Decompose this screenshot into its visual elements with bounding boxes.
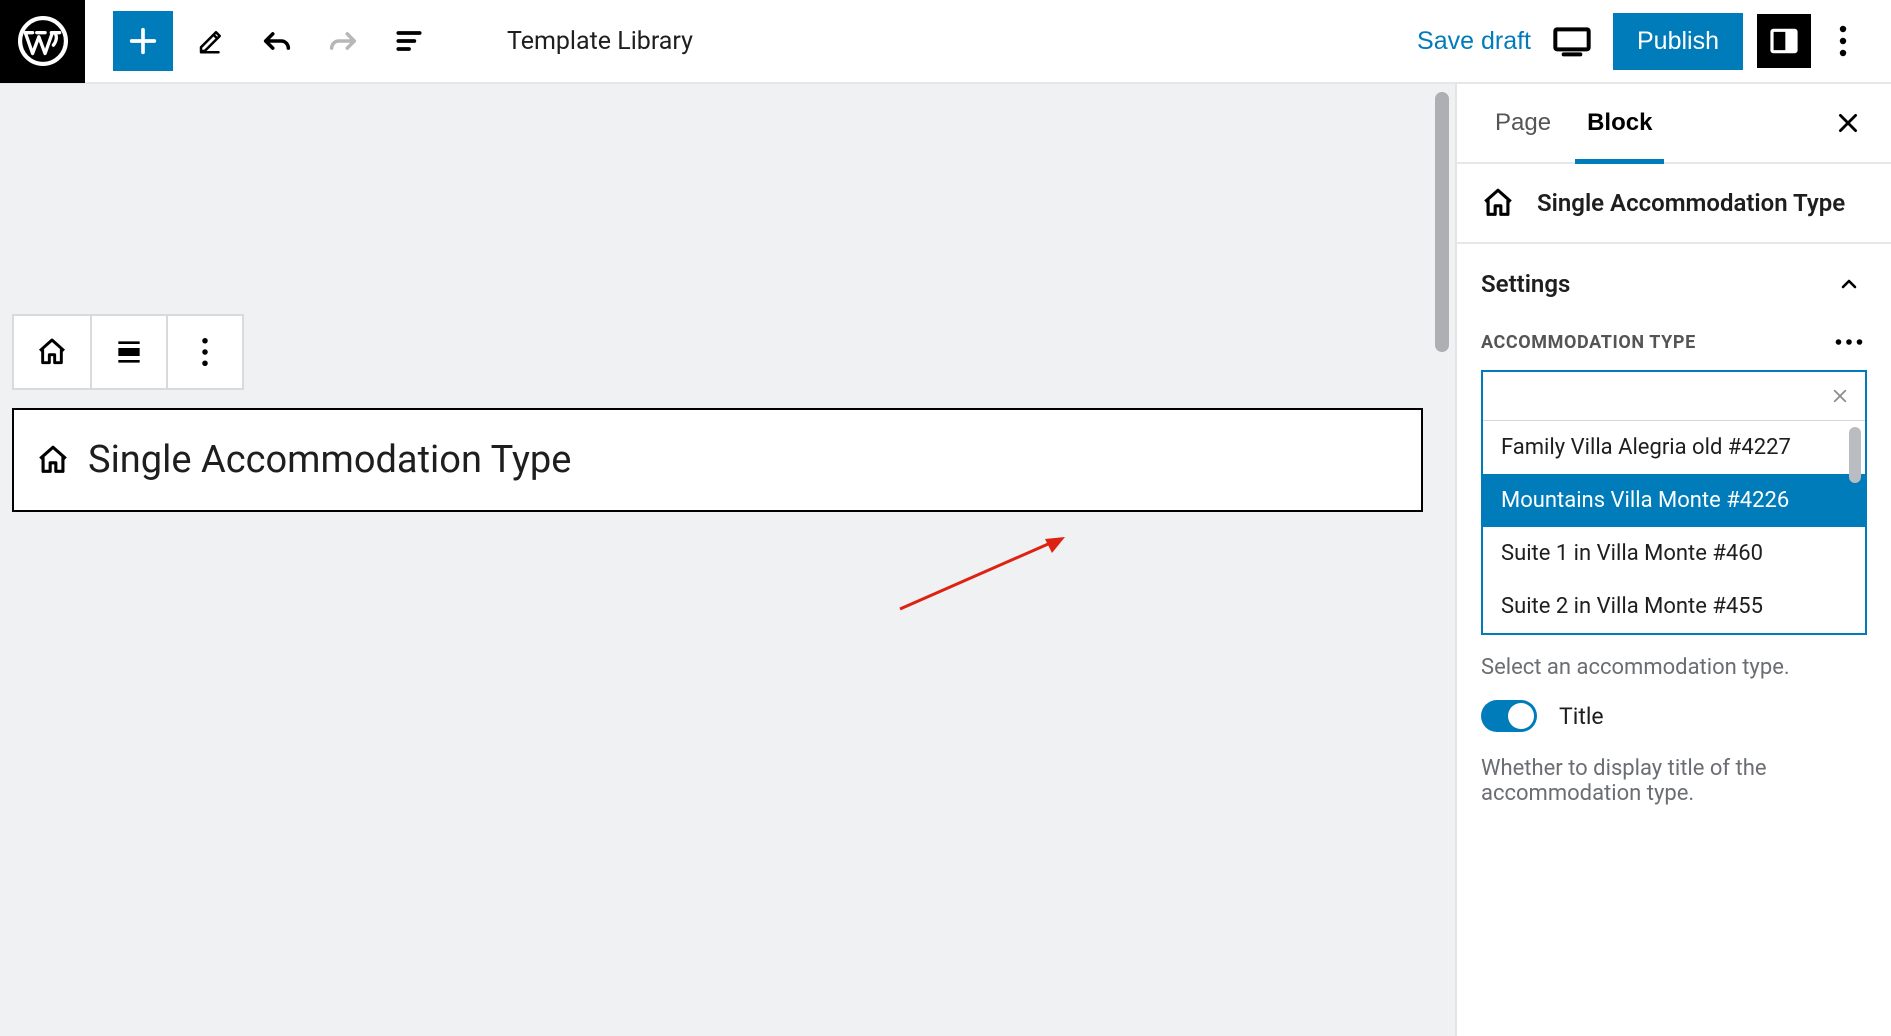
- sidebar-tabs: Page Block: [1457, 84, 1891, 164]
- workspace: Single Accommodation Type Page Block Sin…: [0, 84, 1891, 1036]
- kebab-icon: [201, 337, 209, 367]
- settings-sidebar: Page Block Single Accommodation Type Set…: [1455, 84, 1891, 1036]
- close-icon: [1835, 110, 1861, 136]
- settings-sidebar-toggle[interactable]: [1757, 14, 1811, 68]
- home-icon: [36, 336, 68, 368]
- title-toggle-help: Whether to display title of the accommod…: [1457, 736, 1891, 812]
- list-icon: [393, 25, 425, 57]
- option-list-scrollbar[interactable]: [1849, 427, 1861, 483]
- home-icon: [36, 443, 70, 477]
- plus-icon: [126, 24, 160, 58]
- more-options-button[interactable]: [1825, 14, 1861, 68]
- toolbar-left-group: [85, 11, 437, 71]
- title-toggle[interactable]: [1481, 700, 1537, 732]
- tab-block[interactable]: Block: [1569, 84, 1670, 162]
- wordpress-logo[interactable]: [0, 0, 85, 83]
- annotation-arrow-icon: [890, 529, 1070, 619]
- save-draft-button[interactable]: Save draft: [1417, 27, 1531, 56]
- template-library-title: Template Library: [507, 27, 693, 56]
- desktop-icon: [1552, 24, 1592, 58]
- accommodation-type-option-list: Family Villa Alegria old #4227 Mountains…: [1483, 420, 1865, 633]
- accommodation-type-select[interactable]: Family Villa Alegria old #4227 Mountains…: [1481, 370, 1867, 635]
- redo-button[interactable]: [315, 13, 371, 69]
- tab-page[interactable]: Page: [1477, 84, 1569, 162]
- option-item[interactable]: Suite 2 in Villa Monte #455: [1483, 580, 1865, 633]
- top-toolbar: Template Library Save draft Publish: [0, 0, 1891, 84]
- option-item[interactable]: Family Villa Alegria old #4227: [1483, 421, 1865, 474]
- chevron-up-icon: [1837, 272, 1861, 296]
- redo-icon: [326, 24, 360, 58]
- selected-block[interactable]: Single Accommodation Type: [12, 408, 1423, 512]
- option-item[interactable]: Mountains Villa Monte #4226: [1483, 474, 1865, 527]
- settings-panel-header[interactable]: Settings: [1457, 244, 1891, 310]
- undo-icon: [260, 24, 294, 58]
- align-icon: [113, 336, 145, 368]
- select-input-row: [1483, 372, 1865, 420]
- canvas-scrollbar[interactable]: [1435, 92, 1449, 352]
- accommodation-type-more-button[interactable]: [1831, 328, 1867, 356]
- block-more-button[interactable]: [166, 316, 242, 388]
- edit-tools-button[interactable]: [183, 13, 239, 69]
- publish-button[interactable]: Publish: [1613, 13, 1743, 70]
- close-icon: [1831, 387, 1849, 405]
- title-toggle-label: Title: [1559, 703, 1604, 730]
- accommodation-type-header: ACCOMMODATION TYPE: [1457, 310, 1891, 370]
- document-overview-button[interactable]: [381, 13, 437, 69]
- block-card: Single Accommodation Type: [1457, 164, 1891, 244]
- block-card-title: Single Accommodation Type: [1537, 189, 1845, 217]
- meatball-icon: [1835, 338, 1863, 346]
- block-type-button[interactable]: [14, 316, 90, 388]
- close-sidebar-button[interactable]: [1825, 100, 1871, 146]
- panel-icon: [1768, 25, 1800, 57]
- option-item[interactable]: Suite 1 in Villa Monte #460: [1483, 527, 1865, 580]
- editor-canvas[interactable]: Single Accommodation Type: [0, 84, 1455, 1036]
- block-floating-toolbar: [12, 314, 244, 390]
- kebab-icon: [1839, 25, 1847, 57]
- preview-button[interactable]: [1545, 14, 1599, 68]
- add-block-button[interactable]: [113, 11, 173, 71]
- wordpress-icon: [18, 16, 68, 66]
- title-toggle-row: Title: [1457, 686, 1891, 736]
- undo-button[interactable]: [249, 13, 305, 69]
- pencil-icon: [196, 26, 226, 56]
- home-icon: [1481, 186, 1515, 220]
- settings-panel-toggle[interactable]: [1831, 266, 1867, 302]
- accommodation-type-search-input[interactable]: [1493, 385, 1825, 408]
- accommodation-type-label: ACCOMMODATION TYPE: [1481, 332, 1696, 353]
- clear-selection-button[interactable]: [1825, 381, 1855, 411]
- block-align-button[interactable]: [90, 316, 166, 388]
- block-title: Single Accommodation Type: [88, 438, 571, 482]
- toolbar-right-group: Save draft Publish: [1417, 13, 1891, 70]
- settings-panel-title: Settings: [1481, 270, 1570, 298]
- accommodation-type-help: Select an accommodation type.: [1457, 635, 1891, 686]
